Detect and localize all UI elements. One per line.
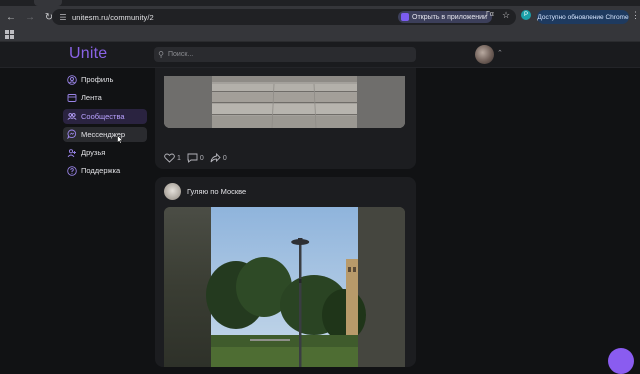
extension-icon[interactable]: P: [521, 10, 531, 20]
search-input[interactable]: [168, 51, 388, 58]
app-icon: [401, 13, 409, 21]
back-icon[interactable]: ←: [3, 9, 19, 25]
chrome-menu-icon[interactable]: ⋮: [631, 10, 640, 21]
sidebar-item-communities[interactable]: Сообщества: [63, 108, 147, 124]
repost-count: 0: [222, 154, 227, 162]
address-bar[interactable]: ☰ unitesm.ru/community/2 Открыть в прило…: [52, 9, 516, 25]
support-icon: [67, 166, 77, 176]
open-in-app-label: Открыть в приложении: [412, 13, 487, 21]
park-lamp-image: [164, 207, 405, 367]
mouse-cursor-icon: [117, 135, 123, 144]
messenger-icon: [67, 129, 77, 140]
comment-icon: [187, 153, 198, 163]
open-in-app-button[interactable]: Открыть в приложении: [398, 11, 492, 23]
sidebar-item-profile[interactable]: Профиль: [63, 72, 147, 87]
sidebar-item-support[interactable]: Поддержка: [63, 163, 147, 178]
sidebar-item-friends[interactable]: Друзья: [63, 145, 147, 160]
communities-icon: [67, 111, 77, 121]
sidebar-item-messenger[interactable]: Мессенджер: [63, 126, 147, 142]
sidebar-item-feed[interactable]: Лента: [63, 90, 147, 105]
site-logo[interactable]: Unite: [69, 45, 107, 63]
user-avatar[interactable]: [475, 45, 494, 64]
search-box[interactable]: ⚲: [154, 47, 416, 62]
share-icon: [210, 153, 221, 163]
like-button[interactable]: 1: [164, 153, 181, 163]
profile-icon: [67, 74, 77, 85]
bookmarks-bar: [0, 28, 640, 42]
friends-icon: [67, 148, 77, 158]
community-avatar[interactable]: [164, 183, 181, 200]
sidebar-item-label: Лента: [81, 93, 102, 103]
heart-icon: [164, 153, 175, 163]
sidebar-item-label: Поддержка: [81, 166, 121, 176]
sidebar-item-label: Друзья: [81, 148, 106, 158]
sidebar-nav: Профиль Лента Сообщества Мессенджер Друз…: [63, 72, 147, 182]
chat-fab-button[interactable]: [608, 348, 634, 374]
url-text[interactable]: unitesm.ru/community/2: [72, 13, 154, 22]
post-card: 1 0 0: [155, 68, 416, 169]
site-header: Unite ⚲ ⌃: [0, 42, 640, 68]
sidebar-item-label: Профиль: [81, 75, 114, 84]
post-title: Гуляю по Москве: [187, 187, 247, 196]
chrome-update-button[interactable]: Доступно обновление Chrome: [537, 10, 629, 24]
forward-icon[interactable]: →: [22, 9, 38, 25]
post-photo[interactable]: [164, 76, 405, 128]
bookmark-star-icon[interactable]: ☆: [502, 10, 510, 21]
like-count: 1: [177, 154, 181, 162]
feed-icon: [67, 93, 77, 103]
browser-toolbar: ← → ↻ ☰ unitesm.ru/community/2 Открыть в…: [0, 6, 640, 28]
search-icon: ⚲: [158, 50, 164, 59]
comment-button[interactable]: 0: [187, 153, 204, 163]
post-actions: 1 0 0: [164, 153, 233, 163]
post-card: Гуляю по Москве: [155, 177, 416, 367]
sidebar-item-label: Сообщества: [81, 111, 125, 121]
translate-icon[interactable]: Гα: [486, 11, 494, 18]
repost-button[interactable]: 0: [210, 153, 227, 163]
chevron-up-icon[interactable]: ⌃: [497, 49, 503, 57]
apps-grid-icon[interactable]: [5, 30, 14, 39]
post-photo[interactable]: [164, 207, 405, 367]
site-info-icon[interactable]: ☰: [56, 13, 70, 22]
comment-count: 0: [199, 154, 204, 162]
stone-steps-image: [164, 76, 405, 128]
